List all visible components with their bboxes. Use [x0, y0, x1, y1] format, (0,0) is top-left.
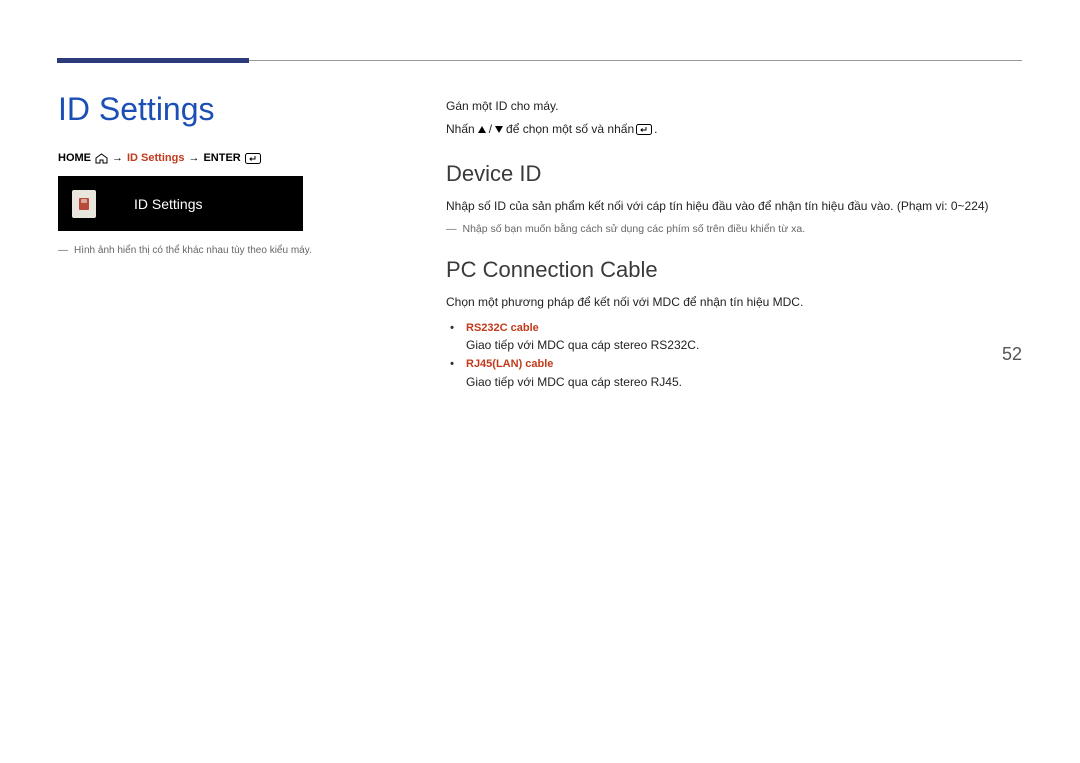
intro-line2: Nhấn / để chọn một số và nhấn . — [446, 120, 1022, 139]
intro-line1: Gán một ID cho máy. — [446, 97, 1022, 116]
id-settings-panel: ID Settings — [58, 176, 303, 231]
cable-desc-rs232c: Giao tiếp với MDC qua cáp stereo RS232C. — [466, 336, 1022, 354]
breadcrumb-home: HOME — [58, 152, 91, 164]
device-id-heading: Device ID — [446, 161, 1022, 187]
home-icon — [95, 153, 108, 164]
enter-icon — [245, 153, 261, 164]
list-item: • RJ45(LAN) cable Giao tiếp với MDC qua … — [446, 356, 1022, 391]
cable-title-rj45: RJ45(LAN) cable — [466, 356, 1022, 373]
left-footnote-text: Hình ảnh hiển thị có thể khác nhau tùy t… — [74, 245, 312, 256]
pc-connection-heading: PC Connection Cable — [446, 257, 1022, 283]
cable-title-rs232c: RS232C cable — [466, 320, 1022, 337]
breadcrumb-enter: ENTER — [203, 152, 240, 164]
enter-icon-inline — [636, 124, 652, 135]
breadcrumb-arrow2: → — [188, 152, 199, 164]
header-accent — [57, 58, 249, 63]
device-id-text: Nhập số ID của sản phẩm kết nối với cáp … — [446, 197, 1022, 216]
breadcrumb-idsettings: ID Settings — [127, 152, 184, 164]
panel-label: ID Settings — [134, 196, 202, 212]
bullet-dot-icon: • — [446, 320, 458, 355]
breadcrumb: HOME → ID Settings → ENTER — [58, 152, 408, 164]
page-title: ID Settings — [58, 91, 408, 128]
breadcrumb-arrow1: → — [112, 152, 123, 164]
device-id-note: ― Nhập số bạn muốn bằng cách sử dụng các… — [446, 223, 1022, 235]
page-number: 52 — [1002, 344, 1022, 365]
down-triangle-icon — [494, 125, 504, 134]
bullet-dot-icon: • — [446, 356, 458, 391]
header-rule — [58, 60, 1022, 61]
list-item: • RS232C cable Giao tiếp với MDC qua cáp… — [446, 320, 1022, 355]
pc-connection-text: Chọn một phương pháp để kết nối với MDC … — [446, 293, 1022, 312]
cable-desc-rj45: Giao tiếp với MDC qua cáp stereo RJ45. — [466, 373, 1022, 391]
id-settings-icon — [72, 190, 96, 218]
up-triangle-icon — [477, 125, 487, 134]
cable-list: • RS232C cable Giao tiếp với MDC qua cáp… — [446, 320, 1022, 391]
left-footnote: ― Hình ảnh hiển thị có thể khác nhau tùy… — [58, 245, 408, 256]
